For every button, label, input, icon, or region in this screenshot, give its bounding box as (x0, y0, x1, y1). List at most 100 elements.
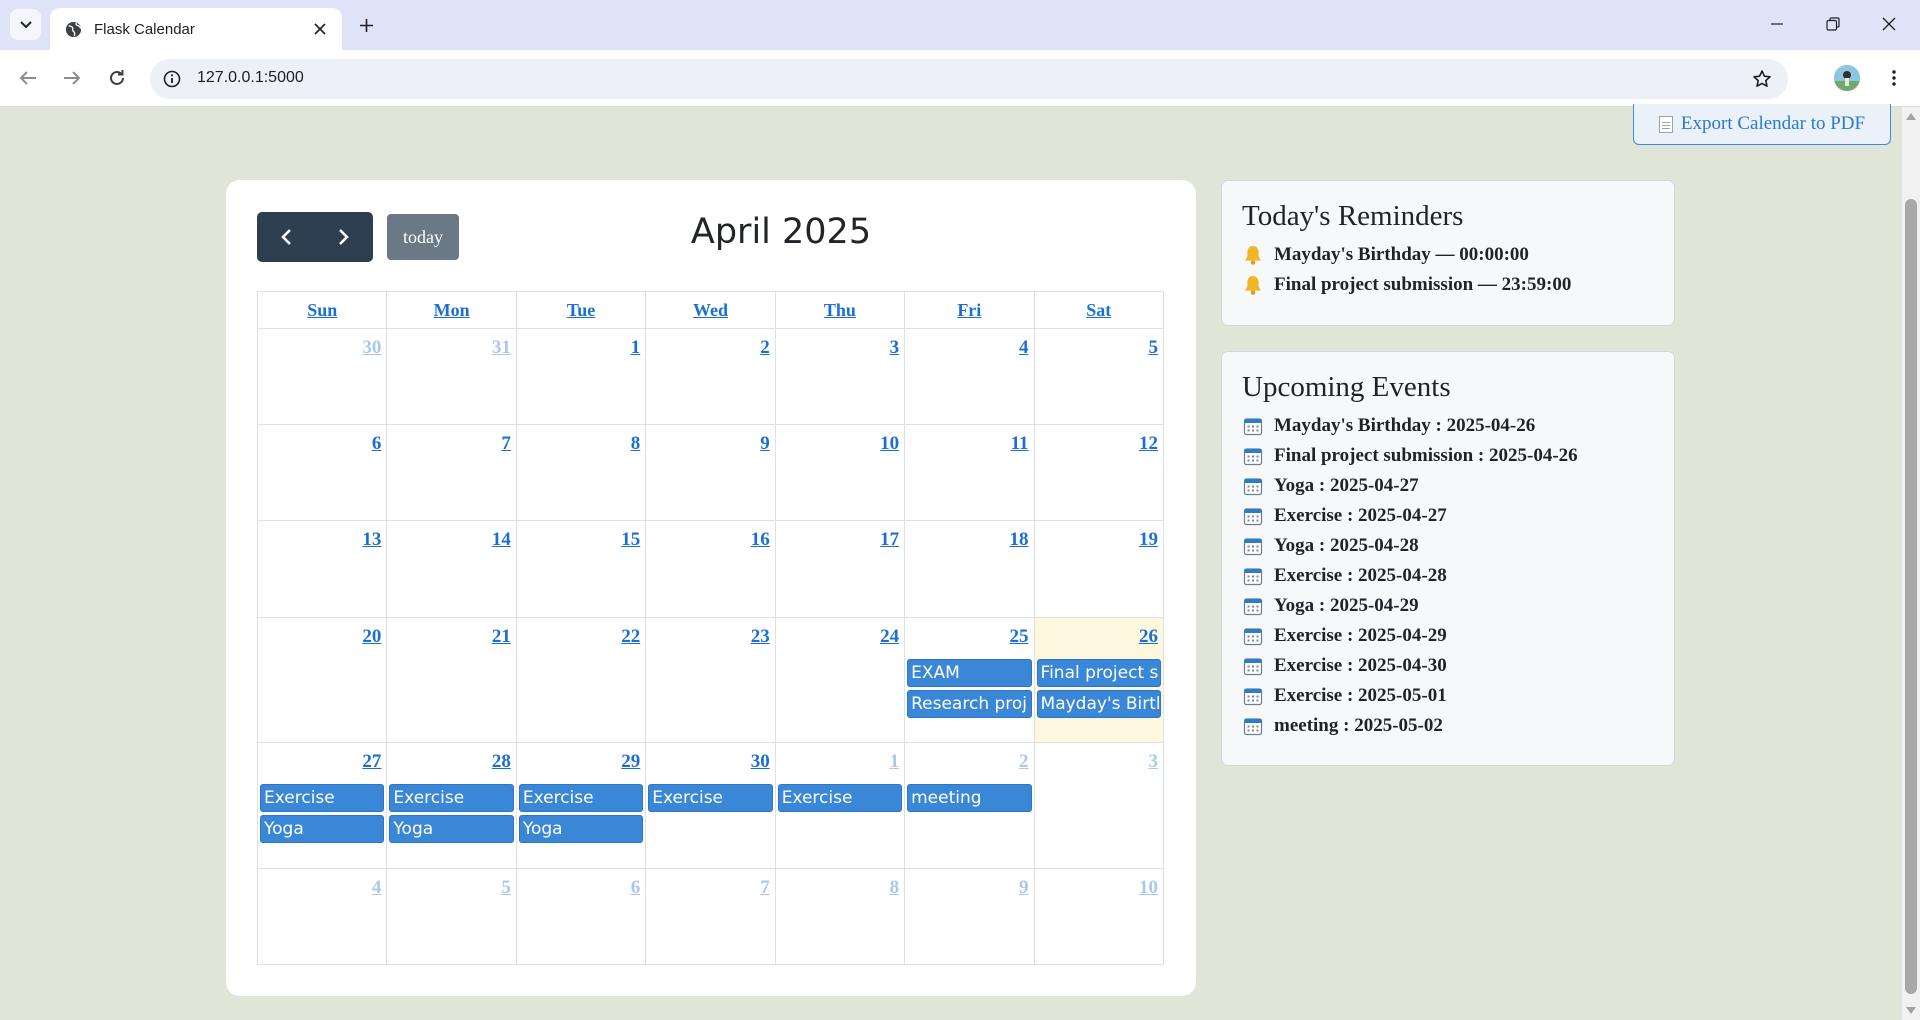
day-number[interactable]: 2 (1019, 751, 1029, 773)
calendar-event[interactable]: Yoga (260, 815, 385, 843)
day-cell[interactable]: 27 Exercise Yoga (258, 743, 388, 869)
day-cell[interactable]: 20 (258, 618, 388, 743)
restore-button[interactable] (1810, 6, 1856, 42)
day-number[interactable]: 9 (1019, 877, 1029, 899)
weekday-label[interactable]: Mon (434, 300, 470, 321)
day-number[interactable]: 11 (1011, 433, 1029, 455)
reload-button[interactable] (101, 62, 133, 94)
day-number[interactable]: 28 (492, 751, 511, 773)
calendar-event[interactable]: Exercise (260, 784, 385, 812)
site-info-icon[interactable] (160, 67, 184, 91)
calendar-event[interactable]: Final project s (1036, 659, 1161, 687)
day-cell[interactable]: 24 (775, 618, 906, 743)
browser-menu-button[interactable] (1880, 64, 1908, 92)
day-number[interactable]: 21 (492, 626, 511, 648)
day-number[interactable]: 5 (1148, 337, 1158, 359)
day-number[interactable]: 2 (760, 337, 770, 359)
day-number[interactable]: 30 (362, 337, 381, 359)
day-cell[interactable]: 25 EXAM Research proj (905, 618, 1035, 743)
day-number[interactable]: 26 (1139, 626, 1158, 648)
day-number[interactable]: 12 (1139, 433, 1158, 455)
day-cell[interactable]: 22 (516, 618, 647, 743)
day-number[interactable]: 4 (1019, 337, 1029, 359)
calendar-event[interactable]: Exercise (518, 784, 644, 812)
day-cell[interactable]: 8 (516, 425, 647, 521)
day-cell[interactable]: 2 meeting (905, 743, 1035, 869)
day-number[interactable]: 5 (501, 877, 511, 899)
day-cell[interactable]: 18 (905, 521, 1035, 618)
close-tab-icon[interactable] (308, 17, 332, 41)
day-number[interactable]: 13 (362, 529, 381, 551)
weekday-label[interactable]: Wed (693, 300, 728, 321)
next-month-button[interactable] (315, 212, 373, 262)
weekday-label[interactable]: Sun (307, 300, 337, 321)
day-number[interactable]: 22 (621, 626, 640, 648)
day-cell[interactable]: 3 (775, 329, 906, 425)
day-cell[interactable]: 5 (387, 869, 517, 965)
tab-search-button[interactable] (10, 9, 41, 40)
weekday-header[interactable]: Mon (387, 292, 517, 329)
day-cell[interactable]: 14 (387, 521, 517, 618)
weekday-header[interactable]: Sun (258, 292, 388, 329)
day-number[interactable]: 10 (1139, 877, 1158, 899)
day-cell[interactable]: 6 (516, 869, 647, 965)
forward-button[interactable] (56, 62, 88, 94)
scroll-up-arrow-icon[interactable] (1906, 113, 1916, 120)
day-cell[interactable]: 4 (258, 869, 388, 965)
day-number[interactable]: 15 (621, 529, 640, 551)
day-number[interactable]: 1 (890, 751, 900, 773)
day-number[interactable]: 24 (880, 626, 899, 648)
day-number[interactable]: 20 (362, 626, 381, 648)
weekday-label[interactable]: Tue (567, 300, 595, 321)
day-cell[interactable]: 12 (1034, 425, 1164, 521)
calendar-event[interactable]: Yoga (518, 815, 644, 843)
day-number[interactable]: 17 (880, 529, 899, 551)
close-window-button[interactable] (1866, 6, 1912, 42)
weekday-label[interactable]: Sat (1086, 300, 1111, 321)
day-cell[interactable]: 13 (258, 521, 388, 618)
weekday-header[interactable]: Fri (905, 292, 1035, 329)
weekday-header[interactable]: Tue (516, 292, 647, 329)
day-number[interactable]: 3 (890, 337, 900, 359)
day-number[interactable]: 8 (631, 433, 641, 455)
day-cell[interactable]: 21 (387, 618, 517, 743)
day-cell[interactable]: 8 (775, 869, 906, 965)
day-cell[interactable]: 9 (646, 425, 776, 521)
day-cell[interactable]: 30 Exercise (646, 743, 776, 869)
day-number[interactable]: 8 (890, 877, 900, 899)
day-number[interactable]: 7 (501, 433, 511, 455)
day-cell[interactable]: 9 (905, 869, 1035, 965)
day-number[interactable]: 29 (621, 751, 640, 773)
day-cell[interactable]: 7 (646, 869, 776, 965)
day-number[interactable]: 30 (751, 751, 770, 773)
day-cell[interactable]: 6 (258, 425, 388, 521)
calendar-event[interactable]: Yoga (389, 815, 514, 843)
browser-tab[interactable]: Flask Calendar (50, 8, 342, 50)
day-cell[interactable]: 1 (516, 329, 647, 425)
day-cell[interactable]: 5 (1034, 329, 1164, 425)
page-scrollbar[interactable] (1902, 107, 1920, 1020)
day-cell[interactable]: 16 (646, 521, 776, 618)
day-cell[interactable]: 7 (387, 425, 517, 521)
calendar-event[interactable]: Exercise (389, 784, 514, 812)
day-cell[interactable]: 1 Exercise (775, 743, 906, 869)
day-cell[interactable]: 29 Exercise Yoga (516, 743, 647, 869)
address-bar[interactable]: 127.0.0.1:5000 (150, 59, 1788, 99)
calendar-event[interactable]: EXAM (907, 659, 1032, 687)
minimize-button[interactable] (1754, 6, 1800, 42)
day-cell[interactable]: 15 (516, 521, 647, 618)
day-number[interactable]: 23 (751, 626, 770, 648)
day-number[interactable]: 19 (1139, 529, 1158, 551)
prev-month-button[interactable] (257, 212, 315, 262)
url-text[interactable]: 127.0.0.1:5000 (197, 69, 304, 87)
day-number[interactable]: 10 (880, 433, 899, 455)
day-number[interactable]: 14 (492, 529, 511, 551)
day-cell[interactable]: 28 Exercise Yoga (387, 743, 517, 869)
scrollbar-thumb[interactable] (1905, 199, 1917, 994)
day-number[interactable]: 7 (760, 877, 770, 899)
day-number[interactable]: 9 (760, 433, 770, 455)
day-cell[interactable]: 23 (646, 618, 776, 743)
day-cell[interactable]: 11 (905, 425, 1035, 521)
day-number[interactable]: 6 (372, 433, 382, 455)
day-cell[interactable]: 17 (775, 521, 906, 618)
